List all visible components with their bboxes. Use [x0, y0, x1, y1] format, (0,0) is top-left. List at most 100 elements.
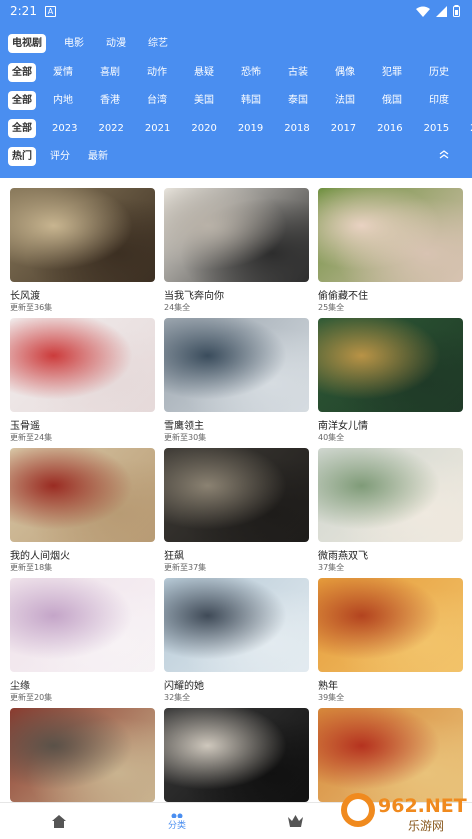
category-anime[interactable]: 动漫 — [102, 34, 130, 53]
year-option[interactable]: 2015 — [420, 119, 453, 138]
show-poster[interactable] — [164, 578, 309, 672]
region-option[interactable]: 台湾 — [143, 91, 171, 110]
nav-vip[interactable] — [236, 803, 354, 839]
show-episode-status: 更新至30集 — [164, 433, 207, 442]
year-option[interactable]: 2014 — [466, 119, 472, 138]
show-episode-status: 更新至24集 — [10, 433, 53, 442]
show-title: 雪鹰领主 — [164, 421, 204, 431]
site-watermark: 962.NET 乐游网 — [341, 793, 467, 833]
show-poster[interactable] — [164, 318, 309, 412]
show-poster[interactable] — [318, 448, 463, 542]
category-variety[interactable]: 综艺 — [144, 34, 172, 53]
show-card[interactable]: 熟年 39集全 — [318, 578, 463, 703]
show-card[interactable]: 玉骨遥更新至24集 — [10, 318, 155, 443]
region-option[interactable]: 泰国 — [284, 91, 312, 110]
region-option[interactable]: 印度 — [425, 91, 453, 110]
show-grid: 长风渡 更新至36集 当我飞奔向你 24集全 偷偷藏不住 25集全 玉骨遥 更新至24集 雪鹰领… — [0, 178, 472, 802]
show-poster[interactable] — [318, 318, 463, 412]
show-episode-status: 更新至36集 — [10, 303, 53, 312]
show-card[interactable]: 长风渡更新至36集 — [10, 188, 155, 313]
show-card[interactable]: 雪鹰领主更新至30集 — [164, 318, 309, 443]
year-option[interactable]: 2023 — [48, 119, 81, 138]
status-time: 2:21 — [10, 4, 37, 18]
genre-option[interactable]: 古装 — [284, 63, 312, 82]
wifi-icon — [416, 6, 430, 17]
show-card[interactable]: 当我飞奔向你 24集全 — [164, 188, 309, 313]
nav-category[interactable]: 分类 — [118, 803, 236, 839]
show-poster[interactable] — [10, 708, 155, 802]
year-option[interactable]: 2020 — [187, 119, 220, 138]
show-episode-status: 37集全 — [318, 563, 345, 572]
show-episode-status: 39集全 — [318, 693, 345, 702]
show-poster[interactable] — [318, 188, 463, 282]
show-card[interactable] — [10, 708, 155, 802]
genre-option[interactable]: 悬疑 — [190, 63, 218, 82]
category-filter: 电视剧 电影 动漫 综艺 — [0, 31, 472, 55]
show-title: 我的人间烟火 — [10, 551, 70, 561]
show-episode-status: 更新至20集 — [10, 693, 53, 702]
show-poster[interactable] — [164, 188, 309, 282]
show-card[interactable]: 南洋女儿情 40集全 — [318, 318, 463, 443]
show-card[interactable]: 闪耀的她 32集全 — [164, 578, 309, 703]
genre-option[interactable]: 爱情 — [49, 63, 77, 82]
show-poster[interactable] — [318, 578, 463, 672]
nav-category-label: 分类 — [167, 820, 186, 831]
show-poster[interactable] — [10, 578, 155, 672]
show-card[interactable]: 微雨燕双飞 37集全 — [318, 448, 463, 573]
genre-filter: 全部 爱情 喜剧 动作 悬疑 恐怖 古装 偶像 犯罪 历史 武侠 警匪 — [0, 60, 472, 84]
sort-rating[interactable]: 评分 — [46, 147, 74, 166]
show-title: 熟年 — [318, 681, 338, 691]
year-option[interactable]: 2016 — [373, 119, 406, 138]
genre-option[interactable]: 动作 — [143, 63, 171, 82]
region-option[interactable]: 俄国 — [378, 91, 406, 110]
show-episode-status: 24集全 — [164, 303, 191, 312]
show-poster[interactable] — [10, 188, 155, 282]
year-option[interactable]: 2022 — [94, 119, 127, 138]
show-title: 狂飙 — [164, 551, 184, 561]
nav-home[interactable] — [0, 803, 118, 839]
region-option[interactable]: 美国 — [190, 91, 218, 110]
show-card[interactable]: 尘缘 更新至20集 — [10, 578, 155, 703]
show-title: 微雨燕双飞 — [318, 551, 368, 561]
show-card[interactable]: 我的人间烟火 更新至18集 — [10, 448, 155, 573]
genre-option[interactable]: 历史 — [425, 63, 453, 82]
region-option[interactable]: 韩国 — [237, 91, 265, 110]
region-option[interactable]: 香港 — [96, 91, 124, 110]
year-option[interactable]: 2017 — [327, 119, 360, 138]
genre-option[interactable]: 恐怖 — [237, 63, 265, 82]
category-movie[interactable]: 电影 — [60, 34, 88, 53]
category-tv[interactable]: 电视剧 — [8, 33, 46, 53]
genre-option[interactable]: 犯罪 — [378, 63, 406, 82]
show-poster[interactable] — [164, 448, 309, 542]
show-episode-status: 32集全 — [164, 693, 191, 702]
show-poster[interactable] — [10, 448, 155, 542]
region-option[interactable]: 内地 — [49, 91, 77, 110]
show-title: 玉骨遥 — [10, 421, 40, 431]
crown-icon — [287, 815, 303, 827]
show-card[interactable]: 偷偷藏不住 25集全 — [318, 188, 463, 313]
year-all[interactable]: 全部 — [8, 118, 36, 138]
show-title: 当我飞奔向你 — [164, 291, 224, 301]
show-title: 南洋女儿情 — [318, 421, 368, 431]
region-option[interactable]: 法国 — [331, 91, 359, 110]
year-option[interactable]: 2018 — [280, 119, 313, 138]
status-bar: 2:21 A — [0, 0, 472, 22]
collapse-icon[interactable] — [438, 149, 450, 159]
genre-all[interactable]: 全部 — [8, 62, 36, 82]
sort-filter: 热门 评分 最新 — [0, 144, 472, 168]
genre-option[interactable]: 偶像 — [331, 63, 359, 82]
show-card[interactable] — [164, 708, 309, 802]
show-poster[interactable] — [164, 708, 309, 802]
genre-option[interactable]: 喜剧 — [96, 63, 124, 82]
sort-latest[interactable]: 最新 — [84, 147, 112, 166]
show-card[interactable]: 狂飙 更新至37集 — [164, 448, 309, 573]
show-poster[interactable] — [10, 318, 155, 412]
region-all[interactable]: 全部 — [8, 90, 36, 110]
year-option[interactable]: 2021 — [141, 119, 174, 138]
region-filter: 全部 内地 香港 台湾 美国 韩国 泰国 法国 俄国 印度 日本 英国 — [0, 88, 472, 112]
show-title: 长风渡 — [10, 291, 40, 301]
year-option[interactable]: 2019 — [234, 119, 267, 138]
battery-icon — [453, 5, 460, 17]
show-episode-status: 更新至18集 — [10, 563, 53, 572]
sort-hot[interactable]: 热门 — [8, 146, 36, 166]
